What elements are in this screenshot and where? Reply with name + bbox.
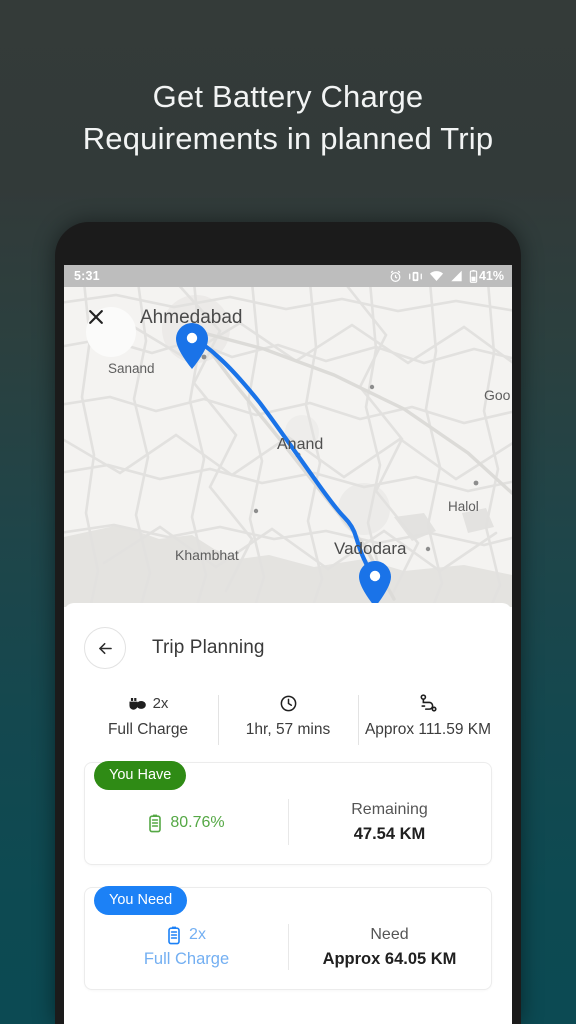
stat-duration: 1hr, 57 mins bbox=[218, 691, 358, 745]
stat-distance-label: Approx 111.59 KM bbox=[364, 721, 492, 738]
you-have-battery-row: 80.76% bbox=[91, 812, 282, 834]
headline-line-2: Requirements in planned Trip bbox=[82, 121, 494, 156]
stat-full-charge-label: Full Charge bbox=[107, 721, 189, 738]
page-title: Trip Planning bbox=[152, 637, 265, 658]
close-button[interactable] bbox=[86, 307, 136, 357]
stat-full-charge-top: 2x bbox=[84, 691, 212, 715]
phone-mockup: 5:31 41% Ahmedabad Sanand Anand Halol Va… bbox=[55, 222, 521, 1024]
you-need-card-body: 2x Full Charge Need Approx 64.05 KM bbox=[85, 922, 491, 973]
signal-icon bbox=[450, 270, 463, 282]
vibrate-icon bbox=[408, 270, 423, 283]
headline-line-1: Get Battery Charge bbox=[152, 79, 424, 114]
status-bar-time: 5:31 bbox=[74, 269, 100, 283]
wifi-icon bbox=[429, 270, 444, 282]
status-bar: 5:31 41% bbox=[64, 265, 512, 287]
you-need-charge-column: 2x Full Charge bbox=[85, 922, 288, 973]
you-have-percent: 80.76% bbox=[170, 813, 225, 831]
battery-icon bbox=[149, 814, 162, 832]
you-need-distance-label: Need bbox=[370, 926, 409, 943]
status-badge-you-need: You Need bbox=[94, 886, 188, 915]
you-need-multiplier: 2x bbox=[189, 926, 206, 943]
you-have-remaining-label: Remaining bbox=[351, 801, 428, 818]
stat-full-charge: 2x Full Charge bbox=[78, 691, 218, 740]
stat-distance: Approx 111.59 KM bbox=[358, 691, 498, 745]
you-have-remaining-value: 47.54 KM bbox=[353, 825, 426, 843]
you-have-card-body: 80.76% Remaining 47.54 KM bbox=[85, 797, 491, 848]
status-bar-icons bbox=[389, 269, 478, 283]
stat-full-charge-value: 2x bbox=[152, 694, 169, 712]
you-have-card: You Have 80.76% Remaining 47.54 KM bbox=[84, 761, 492, 865]
battery-icon bbox=[469, 269, 478, 283]
you-need-charge-row: 2x bbox=[91, 924, 282, 946]
arrow-left-icon bbox=[98, 642, 112, 654]
status-badge-you-have: You Have bbox=[94, 761, 187, 790]
clock-icon bbox=[280, 695, 296, 711]
trip-planning-sheet: Trip Planning 2x Full Charge 1hr, 57 min… bbox=[64, 603, 512, 1024]
you-have-remaining-column: Remaining 47.54 KM bbox=[288, 797, 491, 848]
charging-plug-icon bbox=[129, 697, 146, 710]
alarm-icon bbox=[389, 270, 402, 283]
trip-stats-row: 2x Full Charge 1hr, 57 mins Approx 111.5… bbox=[64, 691, 512, 745]
you-need-card: You Need 2x Full Charge Need Approx 64.0… bbox=[84, 886, 492, 990]
sheet-header: Trip Planning bbox=[64, 603, 512, 669]
status-bar-battery-percent: 41% bbox=[478, 269, 504, 283]
you-need-distance-column: Need Approx 64.05 KM bbox=[288, 922, 491, 973]
you-need-charge-label: Full Charge bbox=[143, 950, 230, 968]
map-view[interactable]: Ahmedabad Sanand Anand Halol Vadodara Kh… bbox=[64, 287, 512, 607]
phone-screen: 5:31 41% Ahmedabad Sanand Anand Halol Va… bbox=[64, 265, 512, 1024]
stat-duration-top bbox=[224, 691, 352, 715]
promo-headline: Get Battery Charge Requirements in plann… bbox=[0, 76, 576, 160]
close-icon bbox=[89, 310, 103, 324]
route-icon bbox=[420, 693, 437, 712]
you-need-distance-value: Approx 64.05 KM bbox=[322, 950, 457, 968]
you-have-battery-column: 80.76% bbox=[85, 810, 288, 836]
stat-duration-label: 1hr, 57 mins bbox=[245, 721, 331, 738]
battery-icon bbox=[168, 926, 180, 945]
back-button[interactable] bbox=[84, 627, 126, 669]
stat-distance-top bbox=[364, 691, 492, 715]
